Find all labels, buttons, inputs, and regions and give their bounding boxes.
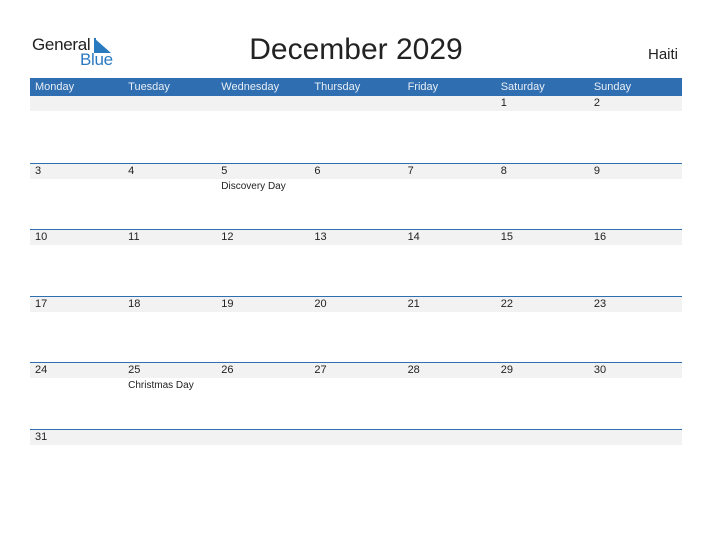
day-cell: 12 bbox=[216, 230, 309, 290]
day-cell bbox=[123, 430, 216, 490]
day-cell: 16 bbox=[589, 230, 682, 290]
day-number: 18 bbox=[128, 297, 141, 310]
week-row: 31 bbox=[30, 428, 682, 496]
day-number: 30 bbox=[593, 364, 607, 377]
day-number: 4 bbox=[128, 164, 135, 177]
day-number: 17 bbox=[35, 297, 48, 310]
day-cell: 5 Discovery Day bbox=[216, 164, 309, 224]
day-cell: 4 bbox=[123, 164, 216, 224]
day-number: 25 bbox=[128, 364, 141, 377]
day-cell: 25 Christmas Day bbox=[123, 363, 216, 423]
weeks-container: 1 2 3 4 5 Discovery Day 6 7 8 9 10 11 12 13 14 15 16 17 18… bbox=[30, 96, 682, 496]
day-cell: 23 bbox=[589, 297, 682, 357]
day-cell: 22 bbox=[496, 297, 589, 357]
calendar-title: December 2029 bbox=[249, 33, 463, 66]
day-number: 12 bbox=[221, 231, 234, 244]
day-cell bbox=[309, 96, 402, 156]
day-cell: 2 bbox=[589, 96, 682, 156]
day-number: 20 bbox=[314, 297, 327, 310]
day-number: 3 bbox=[35, 164, 42, 177]
day-cell bbox=[216, 430, 309, 490]
day-number: 5 bbox=[221, 164, 228, 177]
day-cell: 24 bbox=[30, 363, 123, 423]
day-cell: 19 bbox=[216, 297, 309, 357]
weekday-thursday: Thursday bbox=[314, 81, 361, 93]
day-cell bbox=[496, 430, 589, 490]
day-number: 7 bbox=[407, 164, 414, 177]
week-cells: 31 bbox=[30, 430, 682, 490]
week-row: 10 11 12 13 14 15 16 bbox=[30, 229, 682, 296]
day-cell bbox=[123, 96, 216, 156]
week-cells: 12 bbox=[30, 96, 682, 156]
day-number: 28 bbox=[407, 364, 420, 377]
day-cell bbox=[216, 96, 309, 156]
day-cell: 9 bbox=[589, 164, 682, 224]
day-number: 2 bbox=[593, 97, 600, 109]
day-number: 10 bbox=[35, 231, 48, 244]
week-cells: 10 11 12 13 14 15 16 bbox=[30, 230, 682, 290]
day-number: 1 bbox=[500, 97, 507, 109]
day-number: 22 bbox=[500, 297, 513, 310]
day-number: 26 bbox=[221, 364, 234, 377]
day-number: 6 bbox=[314, 164, 321, 177]
week-row: 17 18 19 20 21 22 23 bbox=[30, 295, 682, 363]
day-cell: 30 bbox=[589, 363, 682, 423]
day-cell: 3 bbox=[30, 164, 123, 224]
weekday-monday: Monday bbox=[35, 81, 75, 93]
day-cell: 14 bbox=[403, 230, 496, 290]
day-cell: 28 bbox=[403, 363, 496, 423]
weekday-tuesday: Tuesday bbox=[128, 81, 170, 93]
week-row: 3 4 5 Discovery Day 6 7 8 9 bbox=[30, 162, 682, 230]
day-cell: 7 bbox=[403, 164, 496, 224]
day-cell: 26 bbox=[216, 363, 309, 423]
day-number: 16 bbox=[593, 231, 607, 244]
week-row: 12 bbox=[30, 96, 682, 163]
day-cell: 6 bbox=[309, 164, 402, 224]
weekday-wednesday: Wednesday bbox=[221, 81, 280, 93]
week-cells: 17 18 19 20 21 22 23 bbox=[30, 297, 682, 357]
day-number: 19 bbox=[221, 297, 234, 310]
weekday-saturday: Saturday bbox=[500, 81, 545, 93]
weekday-header: Monday Tuesday Wednesday Thursday Friday… bbox=[30, 78, 682, 96]
holiday-label: Christmas Day bbox=[128, 380, 194, 392]
week-row: 24 25 Christmas Day 26 27 28 29 30 bbox=[30, 362, 682, 429]
weekday-friday: Friday bbox=[407, 81, 439, 93]
day-cell: 1 bbox=[496, 96, 589, 156]
day-number: 27 bbox=[314, 364, 327, 377]
day-cell bbox=[309, 430, 402, 490]
day-number: 24 bbox=[35, 364, 48, 377]
week-cells: 24 25 Christmas Day 26 27 28 29 30 bbox=[30, 363, 682, 423]
day-cell: 10 bbox=[30, 230, 123, 290]
day-cell: 8 bbox=[496, 164, 589, 224]
day-number: 21 bbox=[407, 297, 420, 310]
day-cell: 18 bbox=[123, 297, 216, 357]
day-number: 13 bbox=[314, 231, 327, 244]
day-number: 29 bbox=[500, 364, 513, 377]
day-cell bbox=[403, 430, 496, 490]
day-cell: 21 bbox=[403, 297, 496, 357]
day-number: 8 bbox=[500, 164, 507, 177]
holiday-label: Discovery Day bbox=[221, 180, 286, 192]
day-number: 23 bbox=[593, 297, 607, 310]
day-cell: 20 bbox=[309, 297, 402, 357]
day-cell: 27 bbox=[309, 363, 402, 423]
day-cell: 31 bbox=[30, 430, 123, 490]
week-cells: 3 4 5 Discovery Day 6 7 8 9 bbox=[30, 164, 682, 224]
day-cell bbox=[589, 430, 682, 490]
day-cell bbox=[30, 96, 123, 156]
day-number: 15 bbox=[500, 231, 513, 244]
day-cell: 17 bbox=[30, 297, 123, 357]
day-number: 9 bbox=[593, 164, 600, 177]
calendar-grid: Monday Tuesday Wednesday Thursday Friday… bbox=[30, 78, 682, 496]
day-cell: 29 bbox=[496, 363, 589, 423]
day-number: 11 bbox=[128, 231, 140, 244]
day-number: 31 bbox=[35, 430, 48, 443]
weekday-sunday: Sunday bbox=[593, 81, 632, 93]
day-cell: 15 bbox=[496, 230, 589, 290]
day-number: 14 bbox=[407, 231, 420, 244]
country-label: Haiti bbox=[647, 46, 678, 63]
day-cell: 11 bbox=[123, 230, 216, 290]
day-cell bbox=[403, 96, 496, 156]
day-cell: 13 bbox=[309, 230, 402, 290]
